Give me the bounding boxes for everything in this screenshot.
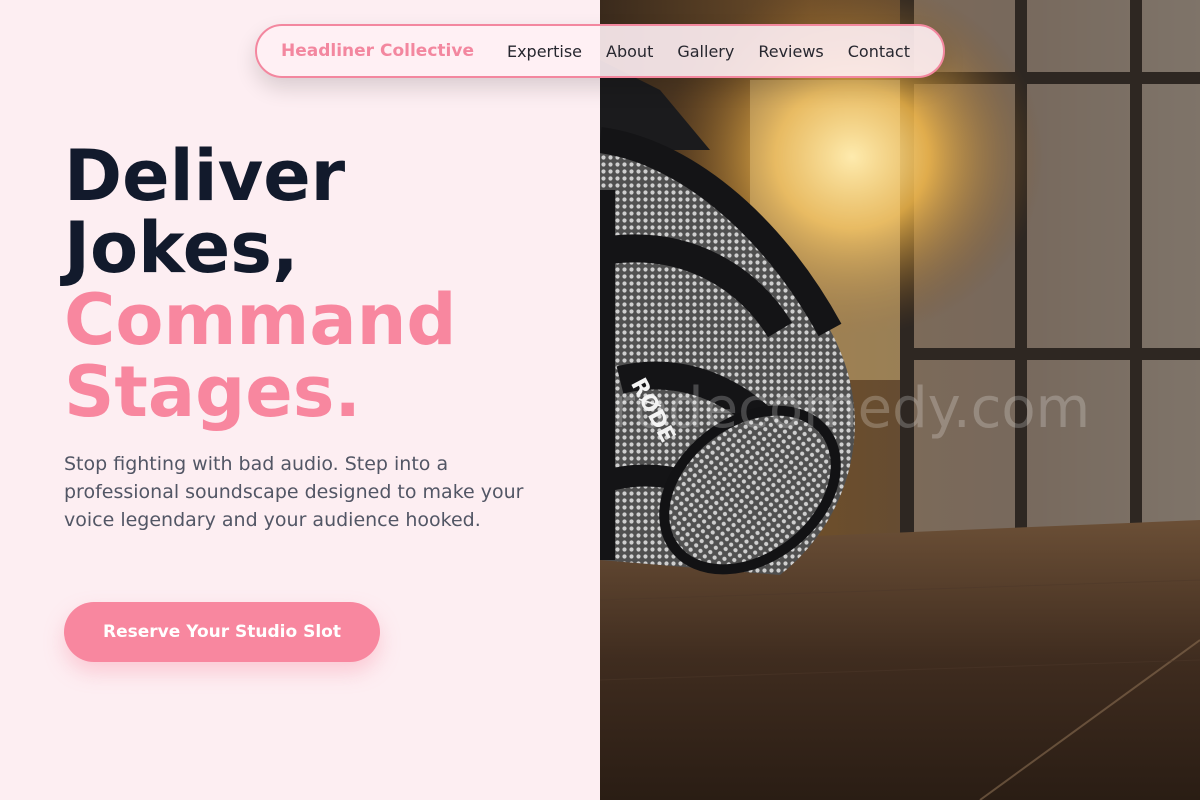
- headline-line-1: Deliver: [64, 135, 346, 217]
- nav-link-gallery[interactable]: Gallery: [677, 42, 734, 61]
- top-navigation: Headliner Collective Expertise About Gal…: [255, 24, 945, 78]
- nav-links: Expertise About Gallery Reviews Contact: [507, 42, 910, 61]
- headline-line-2: Jokes,: [64, 207, 299, 289]
- nav-link-reviews[interactable]: Reviews: [758, 42, 823, 61]
- watermark-text: rodecomedy.com: [612, 376, 1091, 441]
- hero-left-panel: Deliver Jokes, Command Stages. Stop figh…: [0, 0, 600, 800]
- hero-headline: Deliver Jokes, Command Stages.: [64, 140, 457, 428]
- brand-logo[interactable]: Headliner Collective: [281, 41, 474, 61]
- nav-link-expertise[interactable]: Expertise: [507, 42, 582, 61]
- headline-line-3: Command: [64, 279, 457, 361]
- hero-subtext: Stop fighting with bad audio. Step into …: [64, 453, 524, 531]
- headline-line-4: Stages.: [64, 351, 361, 433]
- reserve-studio-slot-button[interactable]: Reserve Your Studio Slot: [64, 602, 380, 662]
- nav-link-contact[interactable]: Contact: [848, 42, 910, 61]
- nav-link-about[interactable]: About: [606, 42, 653, 61]
